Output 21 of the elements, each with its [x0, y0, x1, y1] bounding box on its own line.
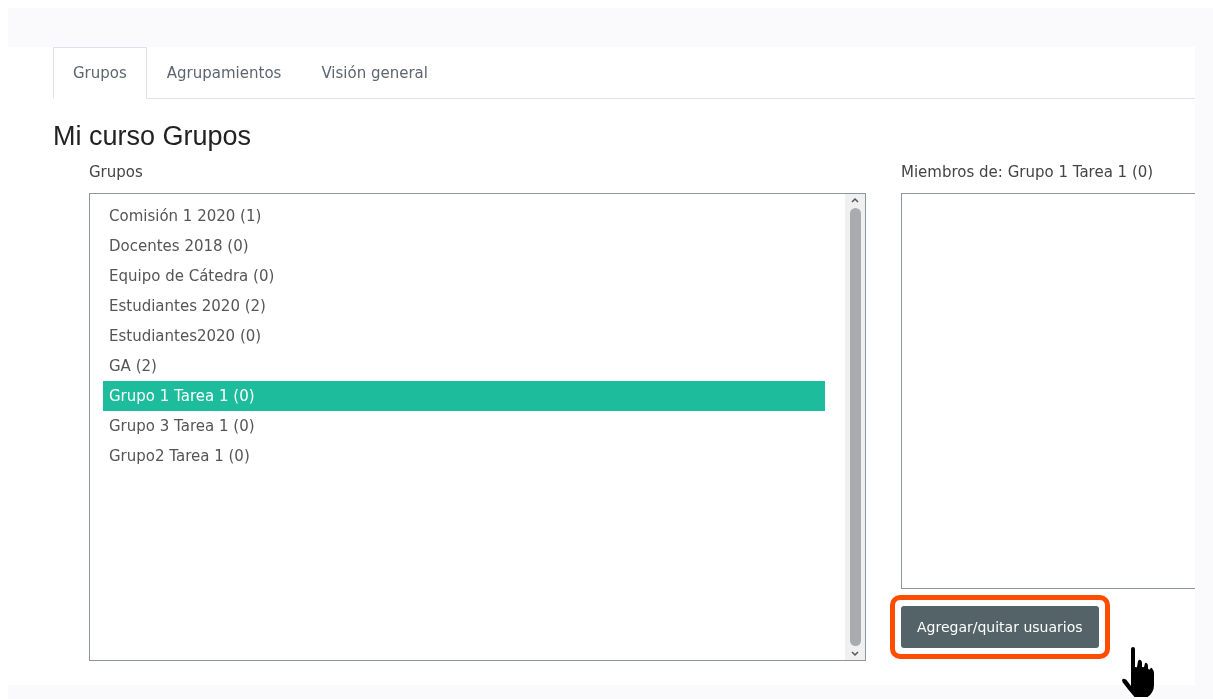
scroll-thumb[interactable]	[849, 208, 861, 646]
list-option[interactable]: GA (2)	[103, 351, 825, 381]
list-option[interactable]: Grupo2 Tarea 1 (0)	[103, 441, 825, 471]
tab[interactable]: Agrupamientos	[146, 47, 302, 99]
scroll-up-icon[interactable]	[850, 196, 860, 204]
list-option[interactable]: Equipo de Cátedra (0)	[103, 261, 825, 291]
list-option[interactable]: Grupo 3 Tarea 1 (0)	[103, 411, 825, 441]
list-option[interactable]: Estudiantes2020 (0)	[103, 321, 825, 351]
scroll-down-icon[interactable]	[850, 650, 860, 658]
members-label: Miembros de: Grupo 1 Tarea 1 (0)	[901, 162, 1155, 183]
add-remove-users-button[interactable]: Agregar/quitar usuarios	[901, 606, 1099, 648]
member-list[interactable]	[901, 193, 1195, 589]
list-option[interactable]: Estudiantes 2020 (2)	[103, 291, 825, 321]
group-list[interactable]: Comisión 1 2020 (1) Docentes 2018 (0) Equipo de Cátedra (0) Estudiantes 2020 (2) Estudiantes2020 (0) GA (2) Grupo 1 Tarea 1 (0) Grupo 3 Tarea 1 (0) Grupo2 Tarea 1 (0)	[89, 193, 866, 661]
list-option[interactable]: Docentes 2018 (0)	[103, 231, 825, 261]
tab[interactable]: Visión general	[301, 47, 448, 99]
list-option[interactable]: Comisión 1 2020 (1)	[103, 201, 825, 231]
list-label: Grupos	[89, 162, 144, 183]
tab[interactable]: Grupos	[53, 47, 147, 99]
page-heading: Mi curso Grupos	[53, 120, 253, 153]
scrollbar[interactable]	[845, 194, 865, 660]
